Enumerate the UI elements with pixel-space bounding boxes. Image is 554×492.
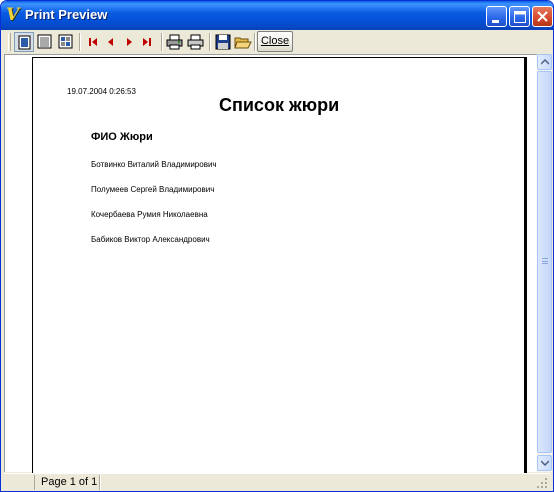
toolbar-separator — [209, 33, 211, 51]
save-button[interactable] — [213, 32, 233, 52]
next-page-icon — [127, 38, 132, 46]
title-bar[interactable]: V Print Preview — [1, 1, 553, 30]
jury-member-row: Ботвинко Виталий Владимирович — [91, 160, 217, 169]
save-icon — [215, 34, 231, 50]
printer-setup-icon — [166, 34, 183, 50]
last-page-icon — [143, 38, 151, 46]
window-close-button[interactable] — [532, 6, 553, 27]
report-title: Список жюри — [219, 95, 340, 115]
jury-member-row: Бабиков Виктор Александрович — [91, 235, 210, 244]
last-page-button[interactable] — [137, 32, 157, 52]
toolbar-separator — [254, 33, 256, 51]
next-page-button[interactable] — [119, 32, 139, 52]
scroll-up-button[interactable] — [537, 54, 552, 70]
open-icon — [234, 37, 252, 49]
close-preview-button[interactable]: Close — [257, 31, 293, 52]
status-bar: Page 1 of 1 — [4, 473, 550, 490]
scroll-down-button[interactable] — [537, 455, 552, 471]
report-timestamp: 19.07.2004 0:26:53 — [67, 87, 136, 96]
toolbar-grip[interactable] — [8, 33, 11, 51]
whole-page-icon — [18, 35, 31, 50]
printer-setup-button[interactable] — [165, 32, 185, 52]
column-header: ФИО Жюри — [91, 131, 153, 143]
open-button[interactable] — [233, 32, 253, 52]
first-page-icon — [89, 38, 97, 46]
print-preview-window: V Print Preview Close 19.07.2004 0:26:53… — [0, 0, 554, 492]
maximize-button[interactable] — [509, 6, 530, 27]
first-page-button[interactable] — [83, 32, 103, 52]
close-icon — [537, 11, 548, 22]
hundred-percent-icon — [58, 34, 73, 49]
page-width-icon — [37, 34, 52, 49]
maximize-icon — [514, 11, 526, 23]
toolbar: Close — [4, 30, 550, 54]
whole-page-button[interactable] — [14, 32, 34, 52]
scroll-grip-icon — [542, 258, 548, 264]
vertical-scrollbar[interactable] — [537, 54, 552, 472]
page-indicator: Page 1 of 1 — [41, 476, 98, 488]
status-divider — [99, 475, 101, 490]
print-button[interactable] — [186, 32, 206, 52]
jury-member-row: Кочербаева Румия Николаевна — [91, 210, 208, 219]
print-icon — [187, 34, 204, 50]
minimize-button[interactable] — [486, 6, 507, 27]
window-title: Print Preview — [25, 7, 108, 22]
minimize-icon — [492, 20, 499, 23]
app-icon: V — [6, 5, 20, 25]
resize-grip-icon[interactable] — [536, 477, 548, 489]
chevron-up-icon — [541, 59, 549, 65]
previous-page-button[interactable] — [101, 32, 121, 52]
close-button-label: Close — [260, 35, 290, 47]
preview-area[interactable]: 19.07.2004 0:26:53 Список жюри ФИО Жюри … — [4, 54, 537, 475]
previous-page-icon — [108, 38, 113, 46]
page-width-button[interactable] — [35, 32, 55, 52]
toolbar-separator — [161, 33, 163, 51]
toolbar-separator — [79, 33, 81, 51]
scroll-thumb[interactable] — [537, 71, 552, 453]
jury-member-row: Полумеев Сергей Владимирович — [91, 185, 215, 194]
chevron-down-icon — [541, 460, 549, 466]
report-page: 19.07.2004 0:26:53 Список жюри ФИО Жюри … — [32, 57, 527, 475]
status-panel — [6, 475, 35, 490]
hundred-percent-button[interactable] — [56, 32, 76, 52]
